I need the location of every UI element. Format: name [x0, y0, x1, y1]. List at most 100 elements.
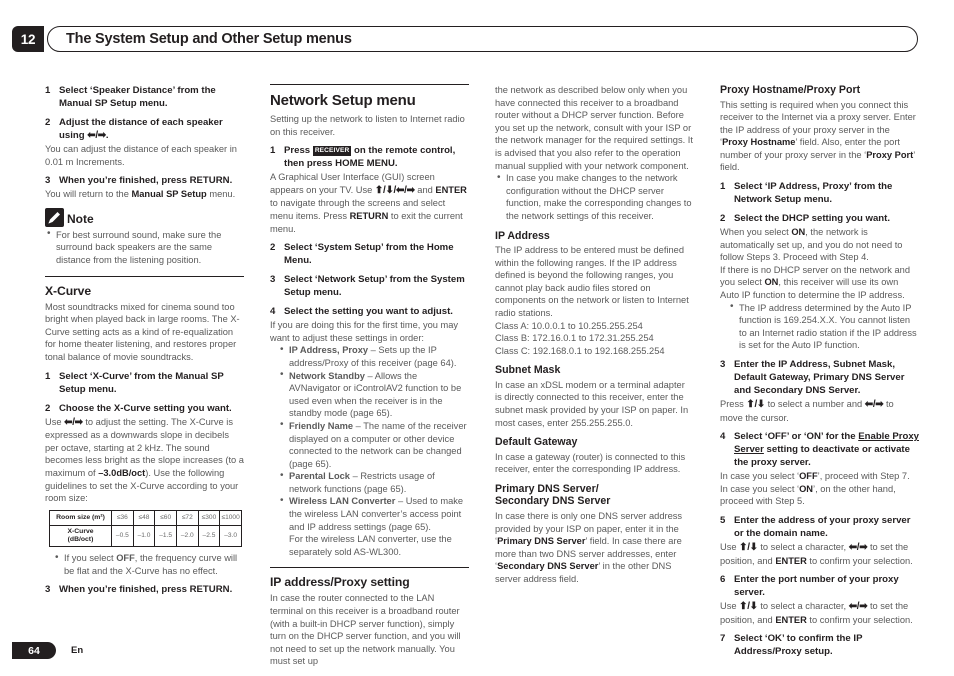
step4-description: In case you select ‘OFF’, proceed with S… [720, 470, 919, 508]
step-text-part: . [105, 130, 109, 141]
step-number: 6 [720, 574, 726, 586]
list-item: If you select OFF, the frequency curve w… [45, 552, 244, 577]
step-label: Adjust the distance of each speaker usin… [59, 116, 244, 142]
section-divider [45, 275, 244, 277]
step6-description: Use ⬆/⬇ to select a character, ⬅/➡ to se… [720, 600, 919, 626]
step-speaker-distance-2: 2 Adjust the distance of each speaker us… [45, 116, 244, 142]
text-part: You will return to the [45, 189, 132, 200]
chapter-number-badge: 12 [12, 26, 44, 52]
row-header-xcurve: X-Curve (dB/oct) [49, 525, 112, 548]
dhcp-note-list: In case you make changes to the network … [495, 172, 694, 222]
xcurve-bullet-list: If you select OFF, the frequency curve w… [45, 552, 244, 577]
step-number: 2 [45, 402, 51, 414]
step5-description: Use ⬆/⬇ to select a character, ⬅/➡ to se… [720, 541, 919, 567]
cell-room-size: ≤300 [197, 509, 221, 527]
text-part: Use [720, 541, 740, 552]
step2-description: You can adjust the distance of each spea… [45, 144, 237, 167]
field-name-proxy-hostname: Proxy Hostname [722, 137, 796, 148]
left-right-arrow-icon: ⬅/➡ [848, 541, 868, 553]
list-item: In case you make changes to the network … [495, 172, 694, 222]
step-label: Enter the port number of your proxy serv… [734, 574, 899, 599]
header-title-bar: The System Setup and Other Setup menus [47, 26, 918, 52]
pencil-icon [45, 207, 64, 227]
row-header-line1: X-Curve [67, 528, 94, 536]
ip-proxy-continuation: the network as described below only when… [495, 85, 693, 171]
text-part: Press [284, 145, 313, 157]
step-label: When you’re finished, press RETURN. [59, 584, 233, 596]
heading-default-gateway: Default Gateway [495, 436, 578, 449]
setting-name: Wireless LAN Converter [289, 496, 396, 507]
page-header: 12 The System Setup and Other Setup menu… [12, 26, 918, 52]
ip-address-body: The IP address to be entered must be def… [495, 245, 689, 318]
cell-room-size: ≤36 [111, 509, 134, 527]
step-number: 1 [270, 145, 276, 157]
cell-xcurve-value: –1.5 [154, 525, 177, 548]
receiver-key-icon: RECEIVER [312, 145, 352, 156]
directional-arrows-icon: ⬆/⬇/⬅/➡ [374, 184, 415, 196]
setting-value-on: ON [791, 227, 806, 238]
language-code: En [71, 645, 84, 656]
step-label: Select ‘Network Setup’ from the System S… [284, 274, 465, 299]
step-speaker-distance-1: 1 Select ‘Speaker Distance’ from the Man… [45, 84, 244, 110]
step-label: Enter the address of your proxy server o… [734, 514, 911, 539]
text-part: Press [720, 399, 747, 409]
section-heading-xcurve: X-Curve [45, 283, 92, 298]
return-key-label: RETURN [349, 210, 389, 221]
cell-xcurve-value: –0.5 [111, 525, 134, 548]
step-number: 5 [720, 514, 726, 526]
setting-note: For the wireless LAN converter, use the … [289, 534, 452, 557]
step-proxy-4: 4 Select ‘OFF’ or ‘ON’ for the Enable Pr… [720, 430, 919, 469]
step2-description-b: If there is no DHCP server on the networ… [720, 264, 919, 302]
row-header-room-size: Room size (m²) [49, 509, 112, 527]
setting-name: Friendly Name [289, 420, 354, 431]
list-item: The IP address determined by the Auto IP… [720, 301, 919, 352]
dns-server-body: In case there is only one DNS server add… [495, 510, 694, 586]
step-label: Press RECEIVER on the remote control, th… [284, 144, 469, 170]
step-number: 1 [45, 370, 51, 382]
cell-xcurve-value: –2.0 [175, 525, 199, 548]
note-heading: Note [45, 207, 244, 227]
step-label: Select ‘X-Curve’ from the Manual SP Setu… [59, 370, 224, 395]
text-part: to select a character, [757, 541, 849, 552]
table-row-xcurve-value: X-Curve (dB/oct) –0.5 –1.0 –1.5 –2.0 –2.5… [49, 525, 242, 548]
step-xcurve-3: 3 When you’re finished, press RETURN. [45, 583, 244, 596]
step-number: 1 [720, 181, 726, 193]
step-label: Select ‘IP Address, Proxy’ from the Netw… [734, 181, 893, 206]
list-item: Parental Lock – Restricts usage of netwo… [270, 470, 469, 495]
step-proxy-5: 5 Enter the address of your proxy server… [720, 514, 919, 540]
step-proxy-2: 2 Select the DHCP setting you want. [720, 212, 919, 225]
column-2: Network Setup menu Setting up the networ… [270, 84, 469, 666]
cell-room-size: ≤1000 [219, 509, 242, 527]
left-right-arrow-icon: ⬅/➡ [864, 399, 884, 410]
section-heading-network-setup: Network Setup menu [270, 92, 416, 109]
step-label: Select ‘System Setup’ from the Home Menu… [284, 242, 454, 267]
up-down-arrow-icon: ⬆/⬇ [746, 399, 765, 410]
step-number: 2 [720, 213, 726, 225]
list-item: For best surround sound, make sure the s… [45, 228, 244, 267]
text-part: In case you select ‘ [720, 471, 800, 482]
step2-description-a: When you select ON, the network is autom… [720, 226, 919, 264]
page-title: The System Setup and Other Setup menus [66, 31, 352, 47]
text-part: and [414, 184, 436, 195]
cell-xcurve-value: –1.0 [132, 525, 156, 548]
list-item: Wireless LAN Converter – Used to make th… [270, 495, 469, 558]
step-label: Enter the IP Address, Subnet Mask, Defau… [734, 359, 905, 396]
text-part: If you select [64, 553, 117, 564]
field-name-secondary-dns: Secondary DNS Server [497, 561, 599, 572]
list-item: IP Address, Proxy – Sets up the IP addre… [270, 344, 469, 369]
step-number: 3 [720, 359, 726, 370]
max-slope-value: –3.0dB/oct [98, 467, 146, 478]
heading-line1: Primary DNS Server/ [495, 482, 599, 495]
step-network-4: 4 Select the setting you want to adjust. [270, 305, 469, 318]
column-4: Proxy Hostname/Proxy Port This setting i… [720, 84, 919, 657]
step-number: 3 [45, 584, 51, 596]
list-item: Friendly Name – The name of the receiver… [270, 419, 469, 470]
step-proxy-7: 7 Select ‘OK’ to confirm the IP Address/… [720, 632, 919, 658]
setting-name: IP Address, Proxy [289, 345, 369, 356]
setting-value-off: OFF [116, 553, 135, 564]
step-label: Select ‘OFF’ or ‘ON’ for the Enable Prox… [734, 430, 919, 469]
step-number: 7 [720, 633, 726, 645]
step-network-1: 1 Press RECEIVER on the remote control, … [270, 144, 469, 170]
step3-description: You will return to the Manual SP Setup m… [45, 188, 244, 201]
setting-name: Parental Lock [289, 471, 350, 482]
